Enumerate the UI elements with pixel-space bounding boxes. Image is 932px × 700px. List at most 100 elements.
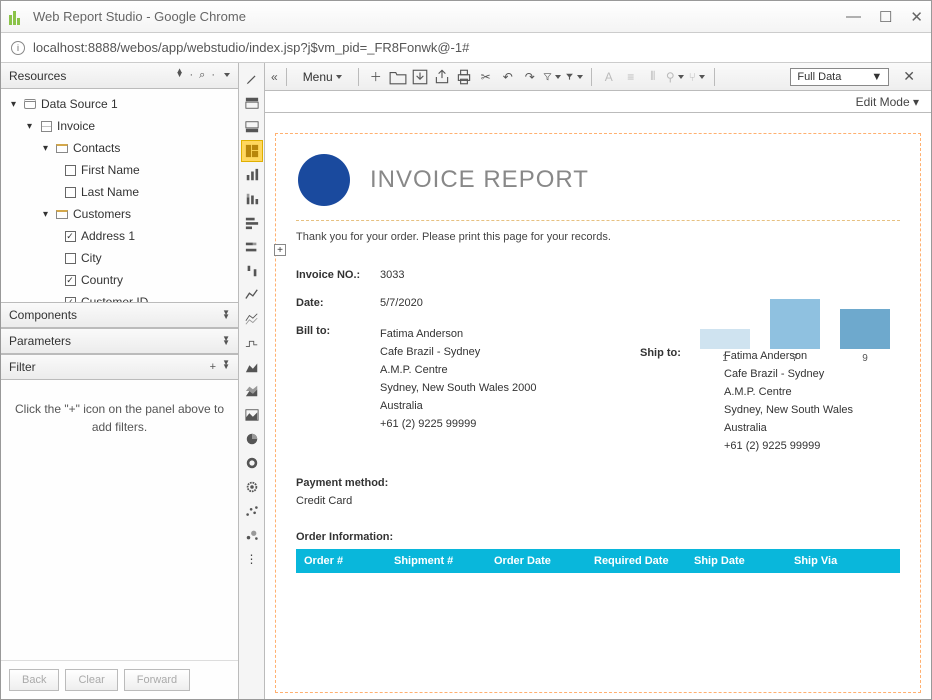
save-icon[interactable]: [411, 68, 429, 86]
align-icon: ≡: [622, 68, 640, 86]
close-button[interactable]: ✕: [910, 8, 923, 26]
tree-customer-id[interactable]: ✓Customer ID: [1, 291, 238, 302]
filter2-icon[interactable]: [565, 68, 583, 86]
tree-contacts[interactable]: ▾Contacts: [1, 137, 238, 159]
address-bar: i localhost:8888/webos/app/webstudio/ind…: [1, 33, 931, 63]
undo-icon[interactable]: ↶: [499, 68, 517, 86]
expand-icon[interactable]: ▼▼: [222, 311, 230, 319]
nav-buttons: Back Clear Forward: [1, 660, 238, 699]
chart-bar[interactable]: [840, 309, 890, 349]
thanks-text: Thank you for your order. Please print t…: [296, 221, 900, 261]
chart-bar-label: 7: [792, 353, 798, 364]
main-toolbar: « Menu ＋ ✂ ↶ ↷ A ≡ ⫴ ⚲ ⑂: [265, 63, 931, 91]
pie-chart-icon[interactable]: [241, 428, 263, 450]
stacked-bar-icon[interactable]: [241, 188, 263, 210]
layout-icon[interactable]: [241, 140, 263, 162]
tree-city[interactable]: City: [1, 247, 238, 269]
report-page[interactable]: INVOICE REPORT + Thank you for your orde…: [275, 133, 921, 693]
bill-to-block: Fatima Anderson Cafe Brazil - Sydney A.M…: [380, 325, 640, 433]
dropdown-icon[interactable]: [221, 69, 230, 82]
app-icon: [9, 9, 25, 25]
menu-button[interactable]: Menu: [295, 68, 350, 86]
info-icon[interactable]: i: [11, 41, 25, 55]
order-info-label: Order Information:: [296, 517, 900, 549]
chart-bar-label: 1: [722, 353, 728, 364]
back-button[interactable]: Back: [9, 669, 59, 691]
redo-icon[interactable]: ↷: [521, 68, 539, 86]
chart-bar-label: 9: [862, 353, 868, 364]
expand-panel-icon[interactable]: «: [271, 70, 278, 84]
bubble-icon[interactable]: [241, 524, 263, 546]
sort-icon[interactable]: ▲▼: [176, 69, 184, 82]
edit-mode-toggle[interactable]: Edit Mode ▾: [856, 95, 919, 109]
image-icon[interactable]: [241, 404, 263, 426]
forward-button[interactable]: Forward: [124, 669, 190, 691]
range-icon[interactable]: [241, 260, 263, 282]
hbar-icon[interactable]: [241, 212, 263, 234]
filter-header[interactable]: Filter + ▼▼: [1, 354, 238, 380]
footer-icon[interactable]: [241, 116, 263, 138]
resources-header[interactable]: Resources ▲▼ · ⌕ ·: [1, 63, 238, 89]
expand-icon[interactable]: ▼▼: [222, 337, 230, 345]
mini-bar-chart[interactable]: 1 7 9: [690, 289, 900, 364]
filter-icon[interactable]: [543, 68, 561, 86]
resources-label: Resources: [9, 69, 176, 83]
tree-customers[interactable]: ▾Customers: [1, 203, 238, 225]
app-window: Web Report Studio - Google Chrome — ☐ ✕ …: [0, 0, 932, 700]
filter-hint: Click the "+" icon on the panel above to…: [1, 380, 238, 456]
payment-label: Payment method:: [296, 463, 900, 495]
scatter-icon[interactable]: [241, 500, 263, 522]
more-icon[interactable]: ⋮: [241, 548, 263, 570]
col-ship-via: Ship Via: [786, 549, 900, 573]
invoice-no-label: Invoice NO.:: [296, 269, 380, 281]
bar-chart-icon[interactable]: [241, 164, 263, 186]
cut-icon[interactable]: ✂: [477, 68, 495, 86]
tree-invoice[interactable]: ▾Invoice: [1, 115, 238, 137]
tree-country[interactable]: ✓Country: [1, 269, 238, 291]
close-panel-icon[interactable]: ✕: [903, 68, 915, 85]
open-icon[interactable]: [389, 68, 407, 86]
col-order-date: Order Date: [486, 549, 586, 573]
separator: ·: [189, 69, 193, 82]
chevron-down-icon: ▾: [913, 95, 919, 109]
header-icon[interactable]: [241, 92, 263, 114]
bill-to-label: Bill to:: [296, 325, 380, 433]
resource-tree: ▾Data Source 1 ▾Invoice ▾Contacts First …: [1, 89, 238, 302]
chart-bar[interactable]: [700, 329, 750, 349]
donut-chart-icon[interactable]: [241, 452, 263, 474]
components-header[interactable]: Components ▼▼: [1, 302, 238, 328]
tree-address1[interactable]: ✓Address 1: [1, 225, 238, 247]
stacked-area-icon[interactable]: [241, 380, 263, 402]
tree-datasource[interactable]: ▾Data Source 1: [1, 93, 238, 115]
tree-last-name[interactable]: Last Name: [1, 181, 238, 203]
print-icon[interactable]: [455, 68, 473, 86]
pencil-icon[interactable]: [241, 68, 263, 90]
add-filter-icon[interactable]: +: [210, 361, 216, 373]
parameters-header[interactable]: Parameters ▼▼: [1, 328, 238, 354]
new-icon[interactable]: ＋: [367, 68, 385, 86]
maximize-button[interactable]: ☐: [879, 8, 892, 26]
search-icon[interactable]: ⌕: [199, 69, 205, 82]
area-chart-icon[interactable]: [241, 356, 263, 378]
multiline-icon[interactable]: [241, 308, 263, 330]
col-ship-date: Ship Date: [686, 549, 786, 573]
step-icon[interactable]: [241, 332, 263, 354]
gear-icon[interactable]: [241, 476, 263, 498]
report-canvas[interactable]: INVOICE REPORT + Thank you for your orde…: [265, 113, 931, 699]
line-chart-icon[interactable]: [241, 284, 263, 306]
minimize-button[interactable]: —: [846, 8, 861, 26]
clear-button[interactable]: Clear: [65, 669, 117, 691]
hstacked-icon[interactable]: [241, 236, 263, 258]
data-mode-select[interactable]: Full Data▼: [790, 68, 889, 86]
report-title: INVOICE REPORT: [370, 166, 589, 194]
mode-bar: Edit Mode ▾: [265, 91, 931, 113]
col-shipment: Shipment #: [386, 549, 486, 573]
font-icon: A: [600, 68, 618, 86]
export-icon[interactable]: [433, 68, 451, 86]
component-toolbar: ⋮: [239, 63, 265, 699]
chart-bar[interactable]: [770, 299, 820, 349]
expand-icon[interactable]: ▼▼: [222, 361, 230, 373]
tree-first-name[interactable]: First Name: [1, 159, 238, 181]
window-title: Web Report Studio - Google Chrome: [33, 9, 846, 24]
add-section-handle[interactable]: +: [274, 244, 286, 256]
